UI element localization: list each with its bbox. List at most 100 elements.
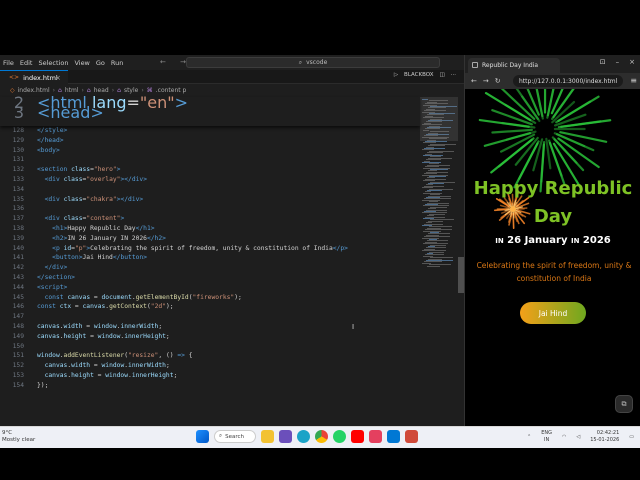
line-number: 132	[12, 166, 24, 174]
taskbar-search[interactable]: ⌕ Search	[214, 430, 256, 443]
code-line[interactable]: 136	[0, 204, 420, 214]
code-line[interactable]: 134	[0, 185, 420, 195]
line-number: 137	[12, 215, 24, 223]
minimap-slider[interactable]	[420, 97, 458, 141]
command-center-search[interactable]: ⌕ vscode	[186, 57, 440, 68]
blackbox-button[interactable]: BLACKBOX	[404, 72, 434, 78]
menu-run[interactable]: Run	[108, 59, 126, 67]
tab-index-html[interactable]: <> index.html ×	[0, 70, 68, 84]
menu-icon[interactable]: ≡	[630, 76, 637, 85]
code-line[interactable]: 144 <script>	[0, 283, 420, 293]
url-input[interactable]: http://127.0.0.1:3000/index.html	[513, 75, 623, 87]
code-line[interactable]: 150	[0, 342, 420, 352]
menu-selection[interactable]: Selection	[35, 59, 71, 67]
code-line[interactable]: 151 window.addEventListener("resize", () …	[0, 351, 420, 361]
browser-window: Republic Day India ⊡ – × ← → ↻ http://12…	[464, 55, 640, 426]
code-line[interactable]: 142 </div>	[0, 263, 420, 273]
clock[interactable]: 02:42:21 15-01-2026	[590, 430, 619, 444]
split-editor-icon[interactable]: ◫	[440, 72, 445, 78]
green-firework-spark	[526, 89, 540, 116]
sticky-scroll-header[interactable]: 2 <html lang="en"> 3 <head>	[0, 95, 420, 126]
menu-file[interactable]: File	[0, 59, 17, 67]
volume-icon[interactable]: ◁	[576, 434, 580, 440]
minimap[interactable]	[420, 97, 458, 417]
chevron-up-icon[interactable]: ⌃	[527, 434, 531, 440]
code-line[interactable]: 145 const canvas = document.getElementBy…	[0, 293, 420, 303]
lang-code: ENG	[541, 430, 552, 436]
code-line[interactable]: 130 <body>	[0, 146, 420, 156]
chrome-icon[interactable]	[315, 430, 328, 443]
code-line[interactable]: 135 <div class="chakra"></div>	[0, 195, 420, 205]
photos-icon[interactable]	[279, 430, 292, 443]
code-text: </style>	[37, 127, 68, 134]
code-line[interactable]: 137 <div class="content">	[0, 214, 420, 224]
code-line[interactable]: 131	[0, 155, 420, 165]
forward-icon[interactable]: →	[483, 77, 489, 85]
windows-start-icon[interactable]	[196, 430, 209, 443]
code-line[interactable]: 132 <section class="hero">	[0, 165, 420, 175]
code-line[interactable]: 147	[0, 312, 420, 322]
code-line[interactable]: 154});	[0, 381, 420, 391]
code-line[interactable]: 133 <div class="overlay"></div>	[0, 175, 420, 185]
menu-view[interactable]: View	[71, 59, 92, 67]
back-icon[interactable]: ←	[471, 77, 477, 85]
code-line[interactable]: 129 </head>	[0, 136, 420, 146]
browser-tab-republic-day[interactable]: Republic Day India	[468, 58, 560, 73]
hero-title-line1: Happy Republic	[473, 178, 633, 199]
app-icon[interactable]	[369, 430, 382, 443]
code-line[interactable]: 128 </style>	[0, 126, 420, 136]
file-explorer-icon[interactable]	[261, 430, 274, 443]
copy-icon[interactable]: ⧉	[615, 395, 633, 413]
youtube-icon[interactable]	[351, 430, 364, 443]
code-line[interactable]: 146 const ctx = canvas.getContext("2d");	[0, 302, 420, 312]
line-number: 140	[12, 244, 24, 252]
weather-widget[interactable]: 9°C Mostly clear	[2, 430, 35, 444]
clock-time: 02:42:21	[596, 430, 620, 436]
menu-go[interactable]: Go	[93, 59, 108, 67]
code-line[interactable]: 149 canvas.height = window.innerHeight;	[0, 332, 420, 342]
system-tray: ⌃ ENG IN ◠ ◁ 02:42:21 15-01-2026 ▭	[527, 430, 634, 444]
line-number: 135	[12, 195, 24, 203]
edge-icon[interactable]	[297, 430, 310, 443]
code-line[interactable]: 3 <head>	[0, 102, 420, 122]
more-actions-icon[interactable]: ···	[451, 72, 456, 78]
code-line[interactable]: 138 <h1>Happy Republic Day</h1>	[0, 224, 420, 234]
html-file-icon: <>	[9, 74, 20, 81]
snipping-tool-icon[interactable]	[405, 430, 418, 443]
code-editor[interactable]: 128 </style> 129 </head> 130 <body> 131 132 <sec…	[0, 97, 420, 426]
jai-hind-button[interactable]: Jai Hind	[520, 302, 586, 324]
close-icon[interactable]: ×	[55, 74, 61, 82]
webpage-viewport: Happy Republic Day IN 26 January IN 2026…	[465, 89, 640, 426]
lock-icon[interactable]: ⊡	[600, 58, 606, 66]
code-text: <head>	[37, 102, 104, 122]
code-line[interactable]: 140 <p id="p">Celebrating the spirit of …	[0, 244, 420, 254]
line-number: 136	[12, 205, 24, 213]
minimize-icon[interactable]: –	[616, 58, 620, 66]
date-year: 2026	[582, 235, 611, 246]
fireworks-canvas	[478, 89, 612, 229]
vscode-icon[interactable]	[387, 430, 400, 443]
notification-icon[interactable]: ▭	[629, 434, 634, 440]
line-number: 154	[12, 381, 24, 389]
vscode-titlebar: File Edit Selection View Go Run ← → ⌕ vs…	[0, 55, 464, 70]
code-line[interactable]: 141 <button>Jai Hind</button>	[0, 253, 420, 263]
line-number: 151	[12, 352, 24, 360]
code-line[interactable]: 143 </section>	[0, 273, 420, 283]
hero-date: IN 26 January IN 2026	[465, 235, 640, 246]
run-icon[interactable]: ▷	[394, 72, 398, 78]
code-line[interactable]: 139 <h2>IN 26 January IN 2026</h2>	[0, 234, 420, 244]
wifi-icon[interactable]: ◠	[562, 434, 566, 440]
code-line[interactable]: 153 canvas.height = window.innerHeight;	[0, 371, 420, 381]
code-line[interactable]: 148 canvas.width = window.innerWidth;	[0, 322, 420, 332]
language-indicator[interactable]: ENG IN	[541, 430, 552, 444]
line-number: 148	[12, 323, 24, 330]
close-icon[interactable]: ×	[629, 58, 635, 66]
reload-icon[interactable]: ↻	[495, 77, 501, 85]
menu-edit[interactable]: Edit	[17, 59, 36, 67]
code-line[interactable]: 152 canvas.width = window.innerWidth;	[0, 361, 420, 371]
whatsapp-icon[interactable]	[333, 430, 346, 443]
code-text: canvas.width = window.innerWidth;	[44, 362, 170, 370]
code-text: <div class="chakra"></div>	[44, 195, 144, 203]
line-number: 134	[12, 185, 24, 193]
taskbar-search-label: Search	[225, 433, 244, 440]
